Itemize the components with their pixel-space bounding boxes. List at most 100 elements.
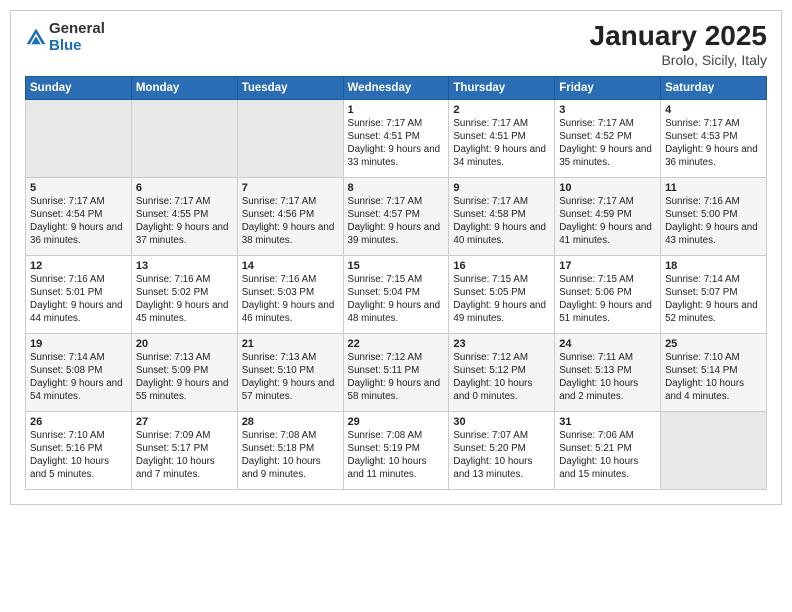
- day-info: Sunrise: 7:16 AM Sunset: 5:03 PM Dayligh…: [242, 273, 339, 326]
- calendar-cell: 30Sunrise: 7:07 AM Sunset: 5:20 PM Dayli…: [449, 411, 555, 489]
- calendar-cell: 25Sunrise: 7:10 AM Sunset: 5:14 PM Dayli…: [661, 333, 767, 411]
- day-info: Sunrise: 7:13 AM Sunset: 5:10 PM Dayligh…: [242, 351, 339, 404]
- header: General Blue January 2025 Brolo, Sicily,…: [25, 21, 767, 68]
- day-info: Sunrise: 7:16 AM Sunset: 5:01 PM Dayligh…: [30, 273, 127, 326]
- day-info: Sunrise: 7:08 AM Sunset: 5:18 PM Dayligh…: [242, 429, 339, 482]
- day-number: 2: [453, 104, 550, 116]
- day-number: 30: [453, 416, 550, 428]
- logo: General Blue: [25, 21, 105, 54]
- calendar-cell: 9Sunrise: 7:17 AM Sunset: 4:58 PM Daylig…: [449, 177, 555, 255]
- calendar-cell: [661, 411, 767, 489]
- day-info: Sunrise: 7:12 AM Sunset: 5:12 PM Dayligh…: [453, 351, 550, 404]
- calendar-cell: 4Sunrise: 7:17 AM Sunset: 4:53 PM Daylig…: [661, 99, 767, 177]
- calendar-cell: 17Sunrise: 7:15 AM Sunset: 5:06 PM Dayli…: [555, 255, 661, 333]
- day-number: 13: [136, 260, 233, 272]
- title-block: January 2025 Brolo, Sicily, Italy: [590, 21, 767, 68]
- day-info: Sunrise: 7:17 AM Sunset: 4:51 PM Dayligh…: [348, 117, 445, 170]
- day-info: Sunrise: 7:17 AM Sunset: 4:59 PM Dayligh…: [559, 195, 656, 248]
- day-number: 22: [348, 338, 445, 350]
- calendar-cell: 21Sunrise: 7:13 AM Sunset: 5:10 PM Dayli…: [237, 333, 343, 411]
- day-number: 25: [665, 338, 762, 350]
- header-row: SundayMondayTuesdayWednesdayThursdayFrid…: [26, 76, 767, 99]
- day-number: 18: [665, 260, 762, 272]
- header-day-tuesday: Tuesday: [237, 76, 343, 99]
- day-number: 1: [348, 104, 445, 116]
- calendar-cell: 10Sunrise: 7:17 AM Sunset: 4:59 PM Dayli…: [555, 177, 661, 255]
- day-number: 3: [559, 104, 656, 116]
- header-day-thursday: Thursday: [449, 76, 555, 99]
- day-number: 21: [242, 338, 339, 350]
- calendar-cell: 27Sunrise: 7:09 AM Sunset: 5:17 PM Dayli…: [131, 411, 237, 489]
- day-number: 29: [348, 416, 445, 428]
- week-row-1: 1Sunrise: 7:17 AM Sunset: 4:51 PM Daylig…: [26, 99, 767, 177]
- calendar-page: General Blue January 2025 Brolo, Sicily,…: [10, 10, 782, 505]
- header-day-wednesday: Wednesday: [343, 76, 449, 99]
- calendar-table: SundayMondayTuesdayWednesdayThursdayFrid…: [25, 76, 767, 490]
- week-row-5: 26Sunrise: 7:10 AM Sunset: 5:16 PM Dayli…: [26, 411, 767, 489]
- day-number: 12: [30, 260, 127, 272]
- calendar-cell: [131, 99, 237, 177]
- calendar-cell: 31Sunrise: 7:06 AM Sunset: 5:21 PM Dayli…: [555, 411, 661, 489]
- day-number: 28: [242, 416, 339, 428]
- day-number: 11: [665, 182, 762, 194]
- day-number: 15: [348, 260, 445, 272]
- day-number: 4: [665, 104, 762, 116]
- calendar-cell: 5Sunrise: 7:17 AM Sunset: 4:54 PM Daylig…: [26, 177, 132, 255]
- day-info: Sunrise: 7:16 AM Sunset: 5:00 PM Dayligh…: [665, 195, 762, 248]
- day-number: 24: [559, 338, 656, 350]
- day-number: 17: [559, 260, 656, 272]
- day-info: Sunrise: 7:15 AM Sunset: 5:05 PM Dayligh…: [453, 273, 550, 326]
- calendar-cell: 11Sunrise: 7:16 AM Sunset: 5:00 PM Dayli…: [661, 177, 767, 255]
- calendar-cell: 7Sunrise: 7:17 AM Sunset: 4:56 PM Daylig…: [237, 177, 343, 255]
- day-info: Sunrise: 7:07 AM Sunset: 5:20 PM Dayligh…: [453, 429, 550, 482]
- calendar-cell: [26, 99, 132, 177]
- calendar-cell: 8Sunrise: 7:17 AM Sunset: 4:57 PM Daylig…: [343, 177, 449, 255]
- day-number: 23: [453, 338, 550, 350]
- day-number: 16: [453, 260, 550, 272]
- day-number: 10: [559, 182, 656, 194]
- day-info: Sunrise: 7:17 AM Sunset: 4:51 PM Dayligh…: [453, 117, 550, 170]
- calendar-cell: 14Sunrise: 7:16 AM Sunset: 5:03 PM Dayli…: [237, 255, 343, 333]
- day-number: 26: [30, 416, 127, 428]
- calendar-cell: 3Sunrise: 7:17 AM Sunset: 4:52 PM Daylig…: [555, 99, 661, 177]
- day-info: Sunrise: 7:17 AM Sunset: 4:58 PM Dayligh…: [453, 195, 550, 248]
- day-info: Sunrise: 7:09 AM Sunset: 5:17 PM Dayligh…: [136, 429, 233, 482]
- day-info: Sunrise: 7:10 AM Sunset: 5:14 PM Dayligh…: [665, 351, 762, 404]
- week-row-3: 12Sunrise: 7:16 AM Sunset: 5:01 PM Dayli…: [26, 255, 767, 333]
- logo-icon: [25, 27, 47, 49]
- calendar-cell: 2Sunrise: 7:17 AM Sunset: 4:51 PM Daylig…: [449, 99, 555, 177]
- calendar-cell: 6Sunrise: 7:17 AM Sunset: 4:55 PM Daylig…: [131, 177, 237, 255]
- day-number: 14: [242, 260, 339, 272]
- day-info: Sunrise: 7:15 AM Sunset: 5:04 PM Dayligh…: [348, 273, 445, 326]
- week-row-2: 5Sunrise: 7:17 AM Sunset: 4:54 PM Daylig…: [26, 177, 767, 255]
- day-info: Sunrise: 7:14 AM Sunset: 5:07 PM Dayligh…: [665, 273, 762, 326]
- day-number: 5: [30, 182, 127, 194]
- calendar-cell: 18Sunrise: 7:14 AM Sunset: 5:07 PM Dayli…: [661, 255, 767, 333]
- day-info: Sunrise: 7:13 AM Sunset: 5:09 PM Dayligh…: [136, 351, 233, 404]
- day-info: Sunrise: 7:12 AM Sunset: 5:11 PM Dayligh…: [348, 351, 445, 404]
- header-day-friday: Friday: [555, 76, 661, 99]
- day-info: Sunrise: 7:17 AM Sunset: 4:56 PM Dayligh…: [242, 195, 339, 248]
- calendar-cell: 29Sunrise: 7:08 AM Sunset: 5:19 PM Dayli…: [343, 411, 449, 489]
- day-info: Sunrise: 7:11 AM Sunset: 5:13 PM Dayligh…: [559, 351, 656, 404]
- day-info: Sunrise: 7:06 AM Sunset: 5:21 PM Dayligh…: [559, 429, 656, 482]
- day-number: 19: [30, 338, 127, 350]
- day-info: Sunrise: 7:17 AM Sunset: 4:53 PM Dayligh…: [665, 117, 762, 170]
- week-row-4: 19Sunrise: 7:14 AM Sunset: 5:08 PM Dayli…: [26, 333, 767, 411]
- day-number: 8: [348, 182, 445, 194]
- page-title: January 2025: [590, 21, 767, 52]
- subtitle: Brolo, Sicily, Italy: [590, 52, 767, 68]
- calendar-cell: 13Sunrise: 7:16 AM Sunset: 5:02 PM Dayli…: [131, 255, 237, 333]
- day-number: 20: [136, 338, 233, 350]
- day-info: Sunrise: 7:17 AM Sunset: 4:55 PM Dayligh…: [136, 195, 233, 248]
- calendar-cell: 23Sunrise: 7:12 AM Sunset: 5:12 PM Dayli…: [449, 333, 555, 411]
- calendar-cell: 19Sunrise: 7:14 AM Sunset: 5:08 PM Dayli…: [26, 333, 132, 411]
- calendar-cell: 28Sunrise: 7:08 AM Sunset: 5:18 PM Dayli…: [237, 411, 343, 489]
- day-info: Sunrise: 7:17 AM Sunset: 4:52 PM Dayligh…: [559, 117, 656, 170]
- calendar-cell: 24Sunrise: 7:11 AM Sunset: 5:13 PM Dayli…: [555, 333, 661, 411]
- day-info: Sunrise: 7:14 AM Sunset: 5:08 PM Dayligh…: [30, 351, 127, 404]
- day-info: Sunrise: 7:17 AM Sunset: 4:57 PM Dayligh…: [348, 195, 445, 248]
- day-number: 9: [453, 182, 550, 194]
- day-info: Sunrise: 7:17 AM Sunset: 4:54 PM Dayligh…: [30, 195, 127, 248]
- calendar-cell: 22Sunrise: 7:12 AM Sunset: 5:11 PM Dayli…: [343, 333, 449, 411]
